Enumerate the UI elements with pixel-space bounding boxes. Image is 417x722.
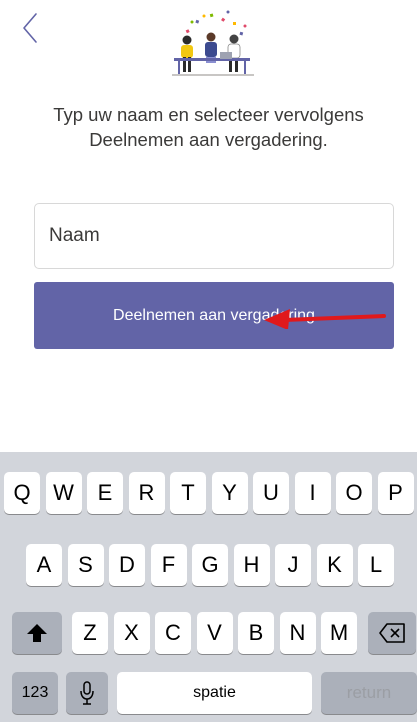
chevron-left-icon [23,13,37,43]
key-a[interactable]: A [26,544,62,586]
key-y[interactable]: Y [211,472,248,514]
key-c[interactable]: C [155,612,191,654]
key-z[interactable]: Z [72,612,108,654]
name-input[interactable] [34,203,394,269]
meeting-illustration [172,10,254,76]
key-m[interactable]: M [321,612,357,654]
space-key[interactable]: spatie [117,672,312,714]
key-e[interactable]: E [87,472,123,514]
return-key[interactable]: return [321,672,417,714]
key-u[interactable]: U [253,472,289,514]
key-k[interactable]: K [316,544,353,586]
key-l[interactable]: L [358,544,394,586]
key-w[interactable]: W [45,472,82,514]
key-p[interactable]: P [377,472,414,514]
key-i[interactable]: I [294,472,331,514]
backspace-key[interactable] [368,612,416,654]
numbers-key[interactable]: 123 [12,672,58,714]
keyboard: QWERTYUIOP ASDFGHJKL ZXCVBNM 123 spatie … [0,452,417,722]
key-h[interactable]: H [233,544,270,586]
key-v[interactable]: V [196,612,233,654]
key-f[interactable]: F [150,544,187,586]
dictation-key[interactable] [66,672,108,714]
key-b[interactable]: B [238,612,274,654]
key-r[interactable]: R [128,472,165,514]
key-t[interactable]: T [170,472,206,514]
key-o[interactable]: O [336,472,372,514]
key-d[interactable]: D [109,544,145,586]
key-n[interactable]: N [279,612,316,654]
key-s[interactable]: S [67,544,104,586]
shift-key[interactable] [12,612,62,654]
join-instruction: Typ uw naam en selecteer vervolgens Deel… [53,104,364,150]
key-j[interactable]: J [275,544,311,586]
key-x[interactable]: X [113,612,150,654]
confetti [185,10,247,36]
microphone-icon [80,681,94,705]
back-button[interactable] [16,8,46,48]
key-q[interactable]: Q [4,472,40,514]
join-meeting-button[interactable]: Deelnemen aan vergadering [34,282,394,349]
backspace-icon [379,623,405,643]
shift-icon [27,624,47,642]
key-g[interactable]: G [192,544,228,586]
